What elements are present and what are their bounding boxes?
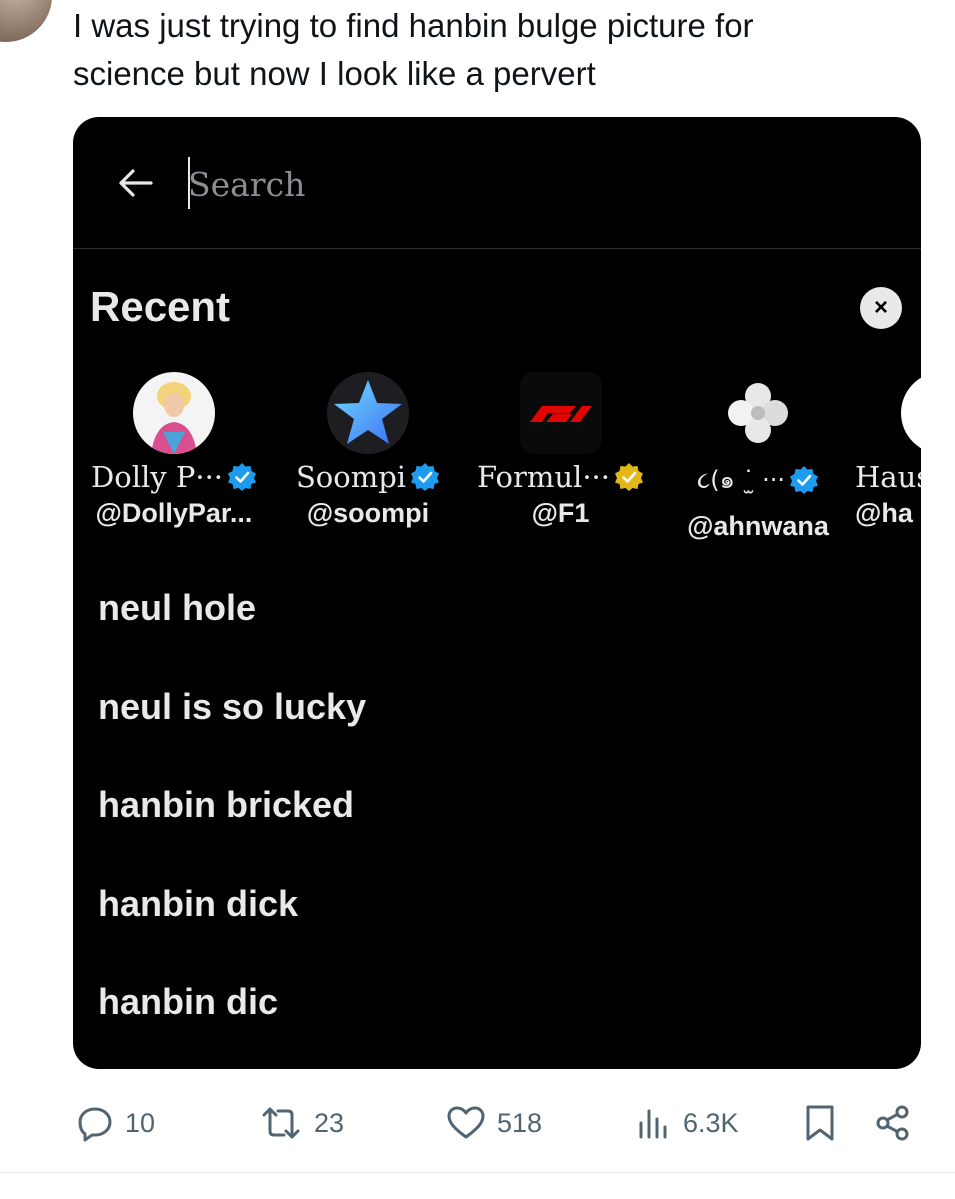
account-name-row: Formul··· (468, 460, 653, 494)
account-avatar (519, 372, 602, 454)
tweet-text-line-2: science but now I look like a pervert (73, 55, 596, 92)
repost-icon (262, 1107, 300, 1139)
account-avatar (133, 372, 215, 454)
account-name-row: ૮(๑ ˙̫ ··· (668, 460, 848, 499)
recent-heading: Recent (90, 283, 231, 330)
recent-search-item[interactable]: neul hole (98, 587, 256, 629)
recent-search-item[interactable]: neul is so lucky (98, 686, 366, 728)
account-handle: @F1 (531, 498, 590, 528)
share-button[interactable] (873, 1103, 913, 1143)
recent-search-item[interactable]: hanbin bricked (98, 784, 354, 826)
recent-search-item[interactable]: hanbin dick (98, 883, 298, 925)
tweet-text: I was just trying to find hanbin bulge p… (73, 2, 933, 98)
account-handle: @soompi (306, 498, 430, 528)
like-button[interactable]: 518 (445, 1103, 542, 1143)
clover-icon (728, 383, 788, 443)
reply-button[interactable]: 10 (75, 1103, 155, 1143)
account-name: ૮(๑ ˙̫ ··· (697, 466, 785, 494)
recent-account-f1[interactable]: Formul··· @F1 (468, 372, 653, 529)
account-handle: @ha (855, 498, 913, 528)
tweet-text-line-1: I was just trying to find hanbin bulge p… (73, 7, 754, 44)
views-chart-icon (639, 1109, 667, 1139)
account-name-row: Soompi (288, 460, 448, 494)
account-name: Haus (855, 460, 921, 494)
like-count: 518 (497, 1107, 543, 1138)
screenshot-card[interactable]: Recent × Dolly P··· @DollyPar... (73, 117, 921, 1069)
account-name: Dolly P··· (90, 460, 224, 494)
reply-count: 10 (125, 1107, 156, 1138)
star-icon (334, 380, 402, 444)
account-avatar (327, 372, 409, 454)
verified-badge-icon (789, 465, 818, 494)
back-arrow-icon[interactable] (115, 163, 155, 203)
verified-badge-icon (228, 463, 257, 491)
account-handle: @DollyPar... (95, 498, 253, 528)
tweet-action-bar: 10 23 518 6.3K (0, 1103, 955, 1151)
search-input[interactable] (188, 161, 788, 207)
repost-button[interactable]: 23 (258, 1103, 344, 1143)
recent-search-item[interactable]: hanbin dic (98, 981, 278, 1023)
repost-count: 23 (314, 1107, 345, 1138)
recent-account-dolly[interactable]: Dolly P··· @DollyPar... (85, 372, 263, 529)
account-avatar (901, 372, 921, 454)
author-avatar[interactable] (0, 0, 52, 42)
account-name-row: Haus (855, 460, 921, 494)
f1-logo-icon (529, 406, 592, 422)
reply-icon (78, 1107, 112, 1142)
account-handle: @ahnwana (687, 511, 829, 541)
verified-badge-icon (411, 463, 440, 491)
views-button[interactable]: 6.3K (633, 1103, 739, 1143)
search-bar (73, 117, 921, 248)
account-avatar (717, 372, 799, 454)
divider (73, 248, 921, 249)
recent-account-ahnwana[interactable]: ૮(๑ ˙̫ ··· @ahnwana (668, 372, 848, 542)
bookmark-icon (806, 1105, 834, 1141)
dolly-photo-icon (151, 382, 197, 454)
clear-recent-button[interactable]: × (860, 287, 902, 329)
views-count: 6.3K (683, 1107, 739, 1138)
share-icon (876, 1105, 909, 1141)
recent-account-soompi[interactable]: Soompi @soompi (288, 372, 448, 529)
divider (0, 1172, 955, 1173)
account-name-row: Dolly P··· (85, 460, 263, 494)
heart-icon (447, 1106, 485, 1139)
verified-gold-badge-icon (614, 463, 643, 491)
account-name: Soompi (295, 460, 407, 494)
recent-account-haus[interactable]: Haus @ha (855, 372, 921, 529)
account-name: Formul··· (477, 460, 610, 494)
bookmark-button[interactable] (802, 1103, 838, 1143)
